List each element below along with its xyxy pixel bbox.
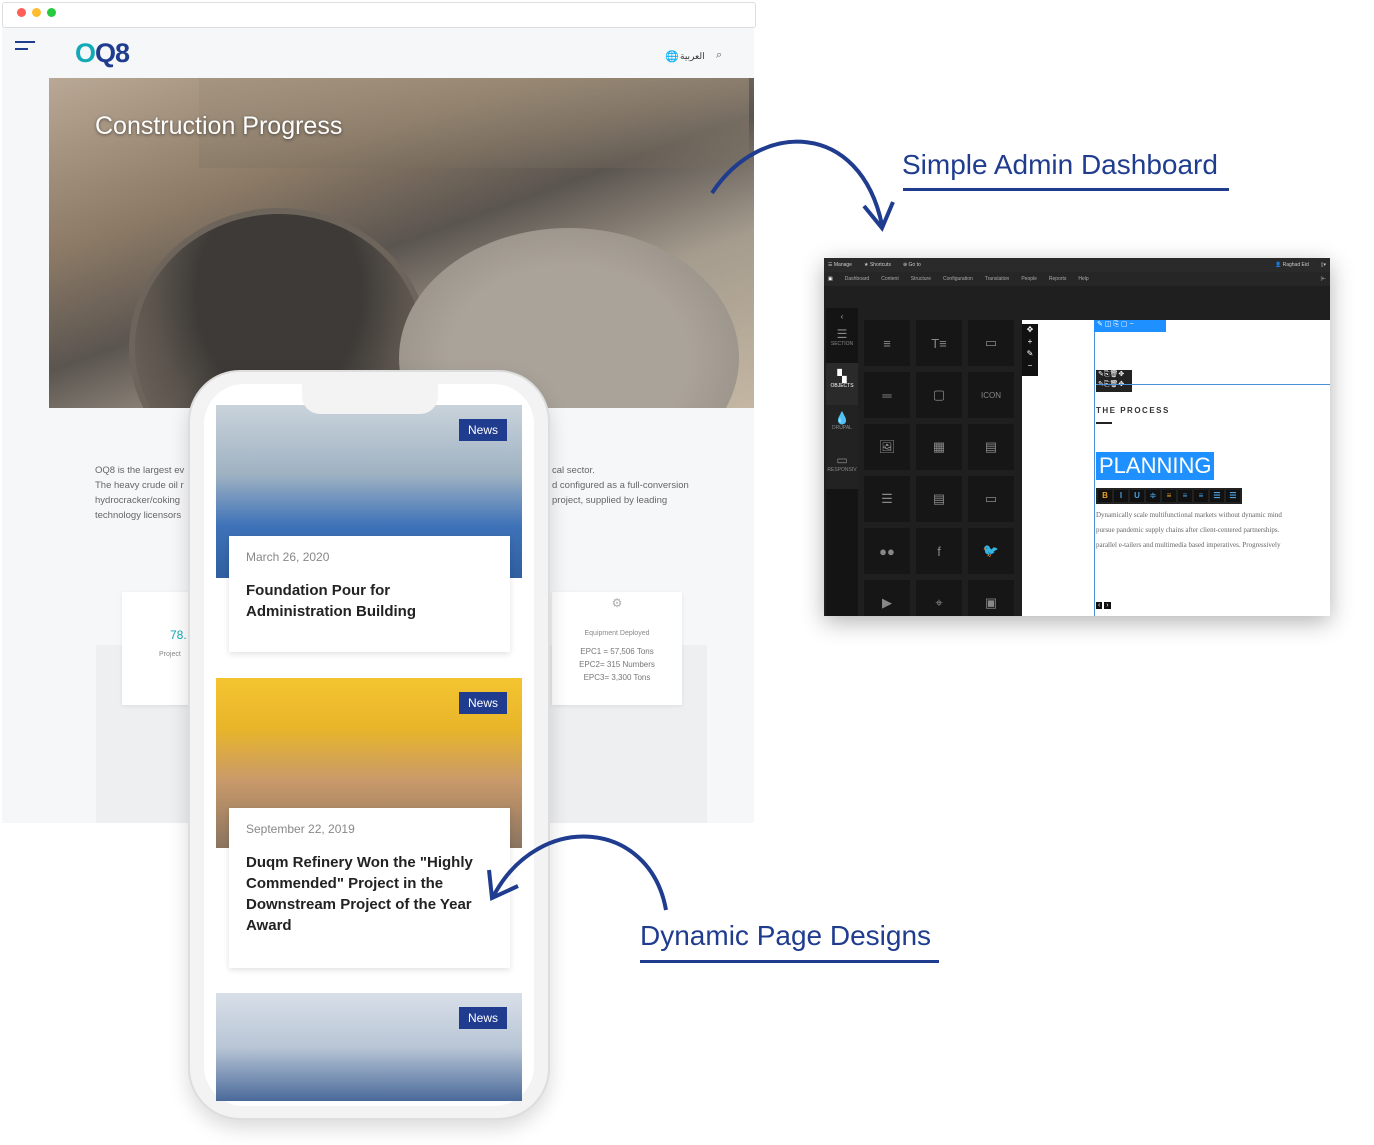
callout-admin-underline — [903, 188, 1229, 191]
arrow-to-admin — [710, 139, 884, 226]
callout-admin: Simple Admin Dashboard — [902, 149, 1218, 180]
callout-pages-underline — [640, 960, 939, 963]
callout-pages: Dynamic Page Designs — [640, 920, 932, 951]
arrowhead-phone — [487, 869, 519, 901]
arrow-to-phone — [492, 834, 668, 911]
